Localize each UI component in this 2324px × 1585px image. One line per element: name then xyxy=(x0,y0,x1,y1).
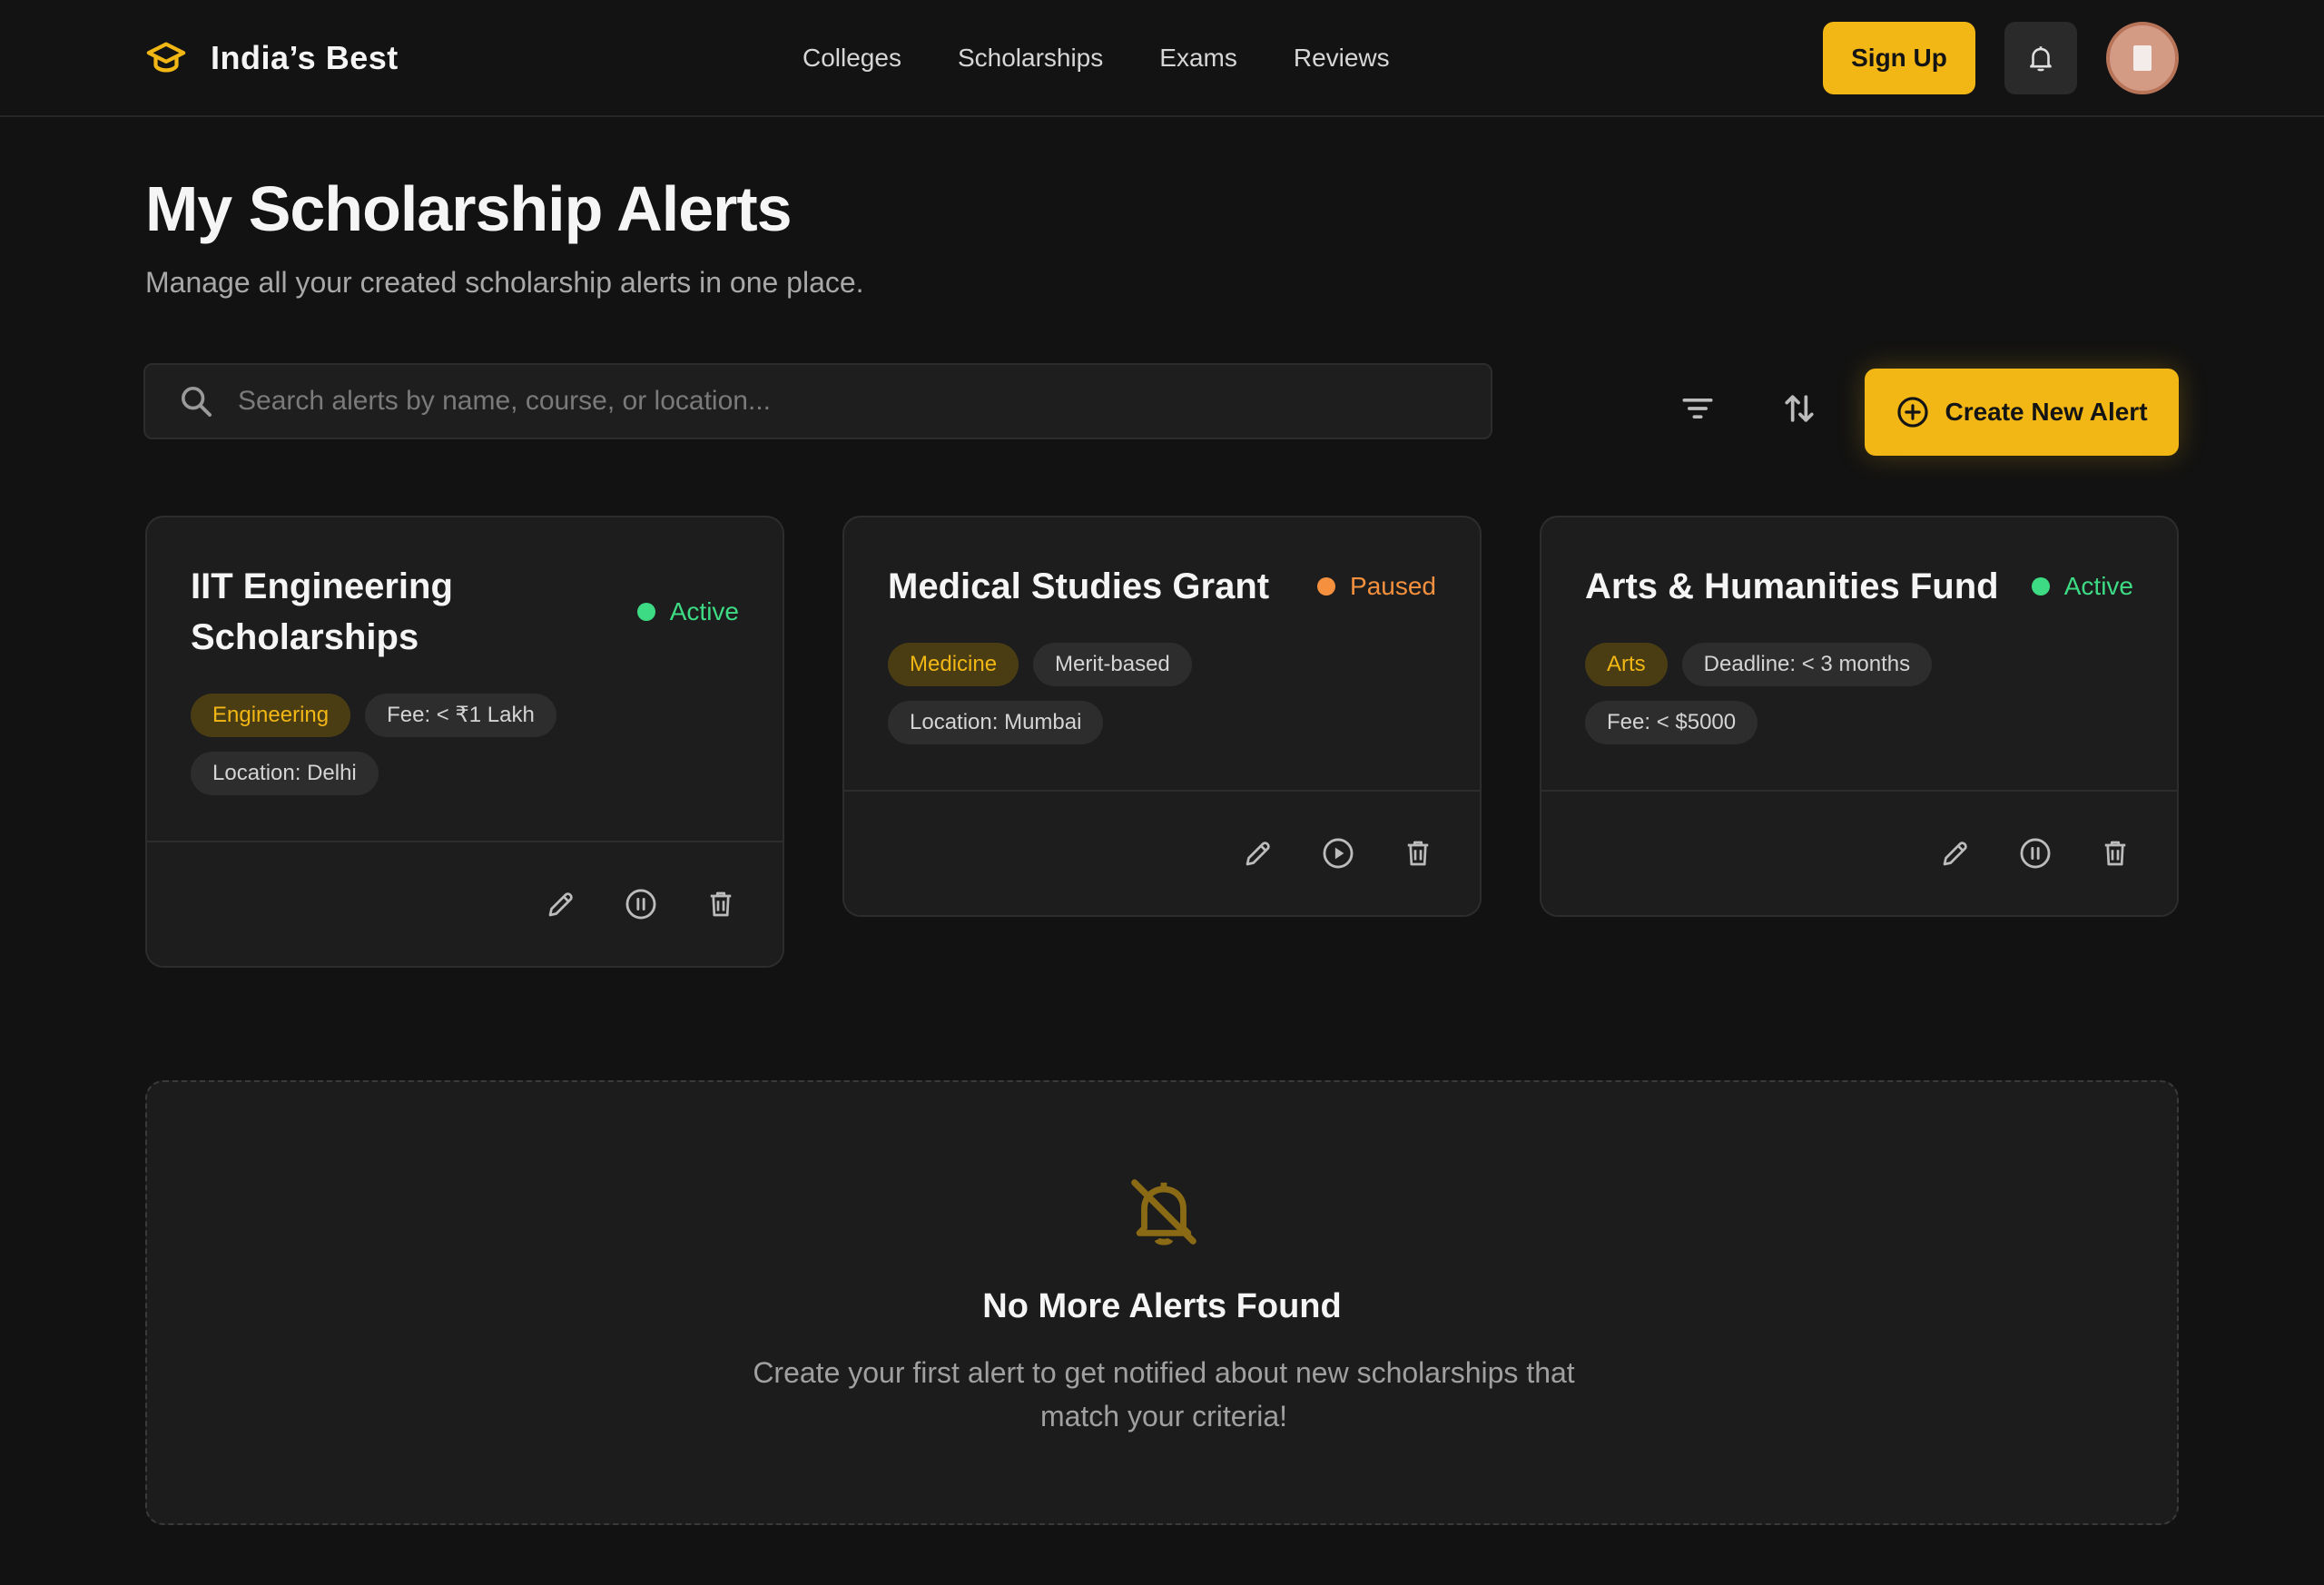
tag-category: Engineering xyxy=(191,694,351,737)
alert-card: Medical Studies Grant Paused Medicine Me… xyxy=(842,516,1482,917)
avatar-image xyxy=(2133,45,2152,71)
pause-button[interactable] xyxy=(2014,832,2057,875)
empty-state-title: No More Alerts Found xyxy=(982,1287,1342,1325)
bell-icon xyxy=(2030,46,2052,72)
tag-category: Medicine xyxy=(888,643,1019,686)
search-bar xyxy=(143,363,1492,439)
status-dot xyxy=(2031,577,2050,596)
main-nav: Colleges Scholarships Exams Reviews xyxy=(803,40,1446,76)
top-navbar: India’s Best Colleges Scholarships Exams… xyxy=(0,0,2324,117)
edit-button[interactable] xyxy=(1236,832,1280,875)
nav-link-exams[interactable]: Exams xyxy=(1159,40,1237,76)
search-input[interactable] xyxy=(238,386,1491,417)
play-circle-icon xyxy=(1323,838,1354,869)
tag-criteria: Location: Mumbai xyxy=(888,701,1104,744)
delete-button[interactable] xyxy=(1396,832,1440,875)
sort-button[interactable] xyxy=(1774,383,1825,434)
alert-tags: Medicine Merit-based Location: Mumbai xyxy=(888,643,1436,759)
tag-criteria: Location: Delhi xyxy=(191,752,379,795)
pencil-icon xyxy=(1246,842,1270,866)
nav-link-reviews[interactable]: Reviews xyxy=(1294,40,1390,76)
plus-circle-icon xyxy=(1897,397,1929,428)
filter-button[interactable] xyxy=(1672,383,1723,434)
status-label: Paused xyxy=(1350,572,1436,600)
edit-button[interactable] xyxy=(539,882,583,926)
resume-button[interactable] xyxy=(1316,832,1360,875)
card-actions xyxy=(844,790,1480,915)
tag-criteria: Deadline: < 3 months xyxy=(1681,643,1933,686)
filter-icon xyxy=(1682,399,1713,418)
graduation-cap-icon xyxy=(146,42,186,73)
card-actions xyxy=(1541,790,2177,915)
delete-button[interactable] xyxy=(699,882,743,926)
alert-card: IIT Engineering Scholarships Active Engi… xyxy=(145,516,784,968)
nav-link-colleges[interactable]: Colleges xyxy=(803,40,901,76)
trash-icon xyxy=(2104,841,2126,866)
status-dot xyxy=(636,603,655,621)
brand-name: India’s Best xyxy=(211,39,399,76)
status-dot xyxy=(1317,577,1336,596)
notifications-button[interactable] xyxy=(2004,22,2077,94)
alert-title: IIT Engineering Scholarships xyxy=(191,566,453,657)
create-alert-label: Create New Alert xyxy=(1945,398,2148,426)
alert-tags: Arts Deadline: < 3 months Fee: < $5000 xyxy=(1585,643,2133,759)
status-badge: Active xyxy=(2031,572,2133,601)
trash-icon xyxy=(710,891,732,917)
user-avatar[interactable] xyxy=(2106,22,2179,94)
page-subtitle: Manage all your created scholarship aler… xyxy=(145,266,864,299)
page-title: My Scholarship Alerts xyxy=(145,173,793,244)
delete-button[interactable] xyxy=(2093,832,2137,875)
empty-state-text: Create your first alert to get notified … xyxy=(753,1356,1575,1432)
pause-circle-icon xyxy=(2020,838,2051,869)
alert-title: Arts & Humanities Fund xyxy=(1585,566,1999,606)
pencil-icon xyxy=(548,892,573,917)
nav-link-scholarships[interactable]: Scholarships xyxy=(958,40,1103,76)
card-actions xyxy=(147,841,783,966)
brand[interactable]: India’s Best xyxy=(145,34,399,82)
trash-icon xyxy=(1407,841,1429,866)
edit-button[interactable] xyxy=(1934,832,1977,875)
alert-card: Arts & Humanities Fund Active Arts Deadl… xyxy=(1540,516,2179,917)
tag-criteria: Merit-based xyxy=(1033,643,1192,686)
status-badge: Active xyxy=(636,597,739,626)
status-label: Active xyxy=(2063,572,2133,600)
pause-circle-icon xyxy=(625,889,656,920)
search-icon xyxy=(182,387,212,417)
status-label: Active xyxy=(669,597,739,625)
pencil-icon xyxy=(1943,842,1967,866)
bell-off-icon xyxy=(1131,1179,1196,1245)
tag-category: Arts xyxy=(1585,643,1668,686)
tag-criteria: Fee: < ₹1 Lakh xyxy=(365,694,556,737)
empty-state: No More Alerts Found Create your first a… xyxy=(145,1080,2179,1525)
tag-criteria: Fee: < $5000 xyxy=(1585,701,1758,744)
sign-up-button[interactable]: Sign Up xyxy=(1823,22,1975,94)
sort-arrows-icon xyxy=(1785,395,1814,422)
alert-tags: Engineering Fee: < ₹1 Lakh Location: Del… xyxy=(191,694,739,810)
create-new-alert-button[interactable]: Create New Alert xyxy=(1865,369,2179,456)
pause-button[interactable] xyxy=(619,882,663,926)
alert-title: Medical Studies Grant xyxy=(888,566,1270,606)
status-badge: Paused xyxy=(1317,572,1436,601)
